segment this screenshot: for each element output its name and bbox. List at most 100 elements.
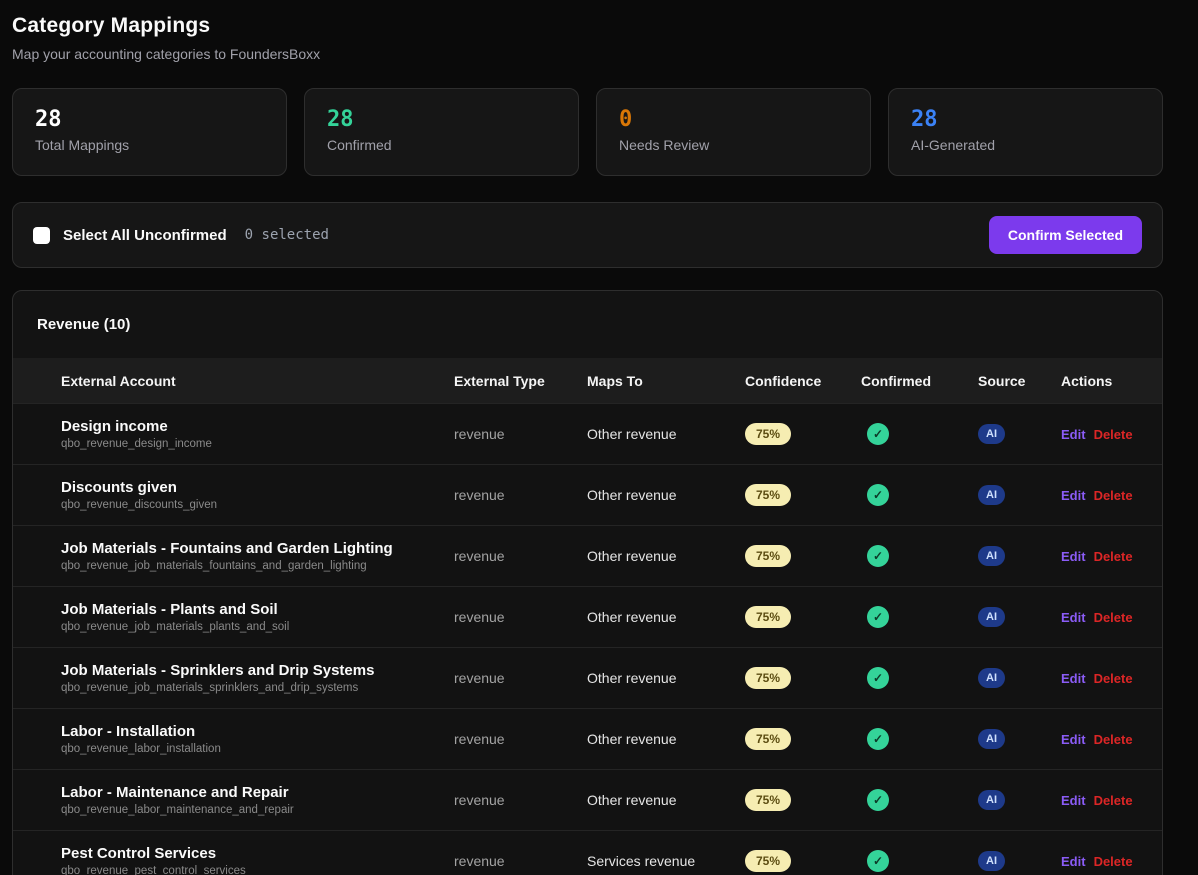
external-type-cell: revenue [454,853,587,869]
confirm-selected-button[interactable]: Confirm Selected [989,216,1142,254]
maps-to-cell: Other revenue [587,731,745,747]
confirmed-cell: ✓ [861,606,978,628]
table-row: Pest Control Services qbo_revenue_pest_c… [13,830,1162,875]
confidence-badge: 75% [745,545,791,567]
table-row: Discounts given qbo_revenue_discounts_gi… [13,464,1162,525]
confirmed-cell: ✓ [861,850,978,872]
maps-to-cell: Other revenue [587,426,745,442]
stat-label: AI-Generated [911,137,1140,153]
source-cell: AI [978,729,1061,749]
edit-link[interactable]: Edit [1061,671,1086,686]
ai-source-badge: AI [978,668,1005,688]
confirmed-cell: ✓ [861,484,978,506]
edit-link[interactable]: Edit [1061,488,1086,503]
account-name: Labor - Maintenance and Repair [61,784,454,801]
confidence-cell: 75% [745,728,861,750]
maps-to-cell: Other revenue [587,548,745,564]
stat-label: Total Mappings [35,137,264,153]
ai-source-badge: AI [978,729,1005,749]
table-body: Design income qbo_revenue_design_income … [13,403,1162,875]
ai-source-badge: AI [978,851,1005,871]
source-cell: AI [978,424,1061,444]
delete-link[interactable]: Delete [1094,549,1133,564]
page-subtitle: Map your accounting categories to Founde… [12,46,1163,62]
delete-link[interactable]: Delete [1094,854,1133,869]
delete-link[interactable]: Delete [1094,610,1133,625]
stat-value: 28 [35,107,264,132]
table-row: Job Materials - Sprinklers and Drip Syst… [13,647,1162,708]
select-all-checkbox[interactable] [33,227,50,244]
ai-source-badge: AI [978,607,1005,627]
actions-cell: Edit Delete [1061,610,1162,625]
confirmed-check-icon: ✓ [867,545,889,567]
maps-to-cell: Services revenue [587,853,745,869]
confidence-badge: 75% [745,423,791,445]
actions-cell: Edit Delete [1061,732,1162,747]
actions-cell: Edit Delete [1061,671,1162,686]
account-name: Design income [61,418,454,435]
edit-link[interactable]: Edit [1061,732,1086,747]
delete-link[interactable]: Delete [1094,427,1133,442]
stat-card: 28 AI-Generated [888,88,1163,176]
table-row: Job Materials - Fountains and Garden Lig… [13,525,1162,586]
stats-row: 28 Total Mappings 28 Confirmed 0 Needs R… [12,88,1163,176]
actions-cell: Edit Delete [1061,854,1162,869]
confirmed-cell: ✓ [861,728,978,750]
table-row: Job Materials - Plants and Soil qbo_reve… [13,586,1162,647]
table-header-row: External Account External Type Maps To C… [13,358,1162,403]
delete-link[interactable]: Delete [1094,671,1133,686]
edit-link[interactable]: Edit [1061,854,1086,869]
confidence-badge: 75% [745,484,791,506]
confirmed-check-icon: ✓ [867,423,889,445]
account-code: qbo_revenue_pest_control_services [61,865,454,875]
account-cell: Job Materials - Plants and Soil qbo_reve… [61,601,454,633]
table-row: Labor - Installation qbo_revenue_labor_i… [13,708,1162,769]
account-code: qbo_revenue_labor_maintenance_and_repair [61,804,454,816]
source-cell: AI [978,790,1061,810]
confirmed-check-icon: ✓ [867,484,889,506]
confidence-cell: 75% [745,484,861,506]
edit-link[interactable]: Edit [1061,610,1086,625]
column-header-confidence: Confidence [745,373,861,389]
ai-source-badge: AI [978,424,1005,444]
edit-link[interactable]: Edit [1061,793,1086,808]
account-cell: Discounts given qbo_revenue_discounts_gi… [61,479,454,511]
maps-to-cell: Other revenue [587,487,745,503]
confidence-cell: 75% [745,606,861,628]
edit-link[interactable]: Edit [1061,427,1086,442]
account-cell: Pest Control Services qbo_revenue_pest_c… [61,845,454,875]
confidence-cell: 75% [745,667,861,689]
stat-value: 28 [327,107,556,132]
account-code: qbo_revenue_job_materials_fountains_and_… [61,560,454,572]
confidence-cell: 75% [745,545,861,567]
source-cell: AI [978,485,1061,505]
mappings-table-card: Revenue (10) External Account External T… [12,290,1163,875]
ai-source-badge: AI [978,790,1005,810]
delete-link[interactable]: Delete [1094,488,1133,503]
page: Category Mappings Map your accounting ca… [0,0,1198,875]
external-type-cell: revenue [454,609,587,625]
delete-link[interactable]: Delete [1094,732,1133,747]
confirmed-check-icon: ✓ [867,789,889,811]
select-all-label: Select All Unconfirmed [63,227,227,244]
account-code: qbo_revenue_labor_installation [61,743,454,755]
source-cell: AI [978,668,1061,688]
confirmed-check-icon: ✓ [867,667,889,689]
maps-to-cell: Other revenue [587,670,745,686]
confidence-badge: 75% [745,606,791,628]
actions-cell: Edit Delete [1061,427,1162,442]
confidence-badge: 75% [745,789,791,811]
column-header-maps-to: Maps To [587,373,745,389]
external-type-cell: revenue [454,792,587,808]
confirmed-check-icon: ✓ [867,850,889,872]
confirmed-check-icon: ✓ [867,606,889,628]
edit-link[interactable]: Edit [1061,549,1086,564]
stat-label: Confirmed [327,137,556,153]
delete-link[interactable]: Delete [1094,793,1133,808]
external-type-cell: revenue [454,731,587,747]
stat-label: Needs Review [619,137,848,153]
ai-source-badge: AI [978,485,1005,505]
source-cell: AI [978,851,1061,871]
confidence-badge: 75% [745,667,791,689]
actions-cell: Edit Delete [1061,793,1162,808]
